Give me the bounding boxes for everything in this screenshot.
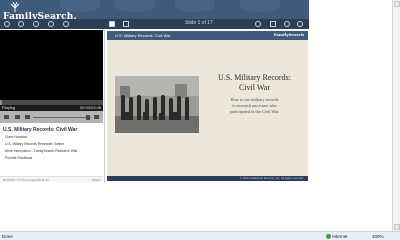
slide-copyright: © 2010 Intellectual Reserve, Inc. All ri… xyxy=(239,176,304,180)
fullscreen-icon[interactable] xyxy=(270,21,276,27)
slide-title: Civil War xyxy=(239,83,270,92)
header-decoration xyxy=(115,0,155,12)
scroll-up-icon[interactable] xyxy=(394,1,400,7)
header-decoration xyxy=(60,0,100,12)
slide-logo: FamilySearch xyxy=(273,32,304,37)
previous-icon[interactable] xyxy=(284,21,290,27)
slides-label[interactable]: Slides xyxy=(92,178,100,182)
resource-link[interactable]: U.S. Military Records Research Outline xyxy=(5,142,64,146)
playback-state: Playing xyxy=(2,105,16,110)
play-pause-icon[interactable] xyxy=(4,115,9,119)
duration-info: 00:00:00 / 17 Pps Length 00:11:42 xyxy=(3,178,49,182)
settings-icon[interactable] xyxy=(94,115,99,119)
header-decoration xyxy=(240,0,280,12)
globe-icon xyxy=(326,234,331,240)
resource-link[interactable]: Class Handout xyxy=(5,135,27,139)
panel-title: U.S. Military Records: Civil War xyxy=(3,127,78,133)
status-text: Done xyxy=(2,234,13,239)
player-toolbar: Slide 1 of 17 xyxy=(0,19,309,29)
playback-time: 00:00/03:48 xyxy=(79,105,101,110)
civil-war-photo xyxy=(115,76,199,133)
slide-description: How to use military records xyxy=(230,97,279,102)
slide-description: participated in the Civil War. xyxy=(229,109,280,114)
slide-header: U.S. Military Records: Civil War FamilyS… xyxy=(107,31,308,40)
header-decoration xyxy=(175,0,215,12)
resources-icon[interactable] xyxy=(48,21,54,27)
notes-icon[interactable] xyxy=(18,21,24,27)
zoom-level[interactable]: 100% xyxy=(372,234,384,239)
slide-footer: © 2010 Intellectual Reserve, Inc. All ri… xyxy=(107,176,308,181)
volume-slider-knob[interactable] xyxy=(86,115,90,120)
volume-icon[interactable] xyxy=(25,115,30,119)
stop-icon[interactable] xyxy=(15,115,20,119)
volume-slider[interactable] xyxy=(33,117,91,118)
browser-scrollbar[interactable] xyxy=(392,0,400,231)
outline-icon[interactable] xyxy=(33,21,39,27)
video-view-icon[interactable] xyxy=(123,21,129,27)
slide-body: U.S. Military Records: Civil War How to … xyxy=(107,40,308,181)
menu-icon[interactable] xyxy=(4,21,10,27)
player-controls xyxy=(0,111,103,123)
search-icon[interactable] xyxy=(255,21,261,27)
next-icon[interactable] xyxy=(297,21,303,27)
browser-status-bar: Done Internet 100% xyxy=(0,231,400,240)
security-zone[interactable]: Internet xyxy=(326,234,348,240)
slide-title: U.S. Military Records: xyxy=(218,73,291,82)
slide-description: to research ancestors who xyxy=(232,103,277,108)
video-player[interactable] xyxy=(0,30,103,100)
resource-link[interactable]: Provide Feedback xyxy=(5,156,32,160)
resource-panel: U.S. Military Records: Civil War Class H… xyxy=(0,124,103,178)
slide-view-icon[interactable] xyxy=(109,21,115,27)
slide-counter: Slide 1 of 17 xyxy=(185,20,213,26)
help-icon[interactable] xyxy=(63,21,69,27)
scroll-down-icon[interactable] xyxy=(394,224,400,230)
slide-tab-title: U.S. Military Records: Civil War xyxy=(115,33,171,38)
family-tree-logo-icon xyxy=(10,2,20,12)
resource-link[interactable]: More Information - FamilySearch Research… xyxy=(5,149,77,153)
slide-area: U.S. Military Records: Civil War FamilyS… xyxy=(104,30,309,183)
left-footer: 00:00:00 / 17 Pps Length 00:11:42 Slides xyxy=(0,176,103,182)
